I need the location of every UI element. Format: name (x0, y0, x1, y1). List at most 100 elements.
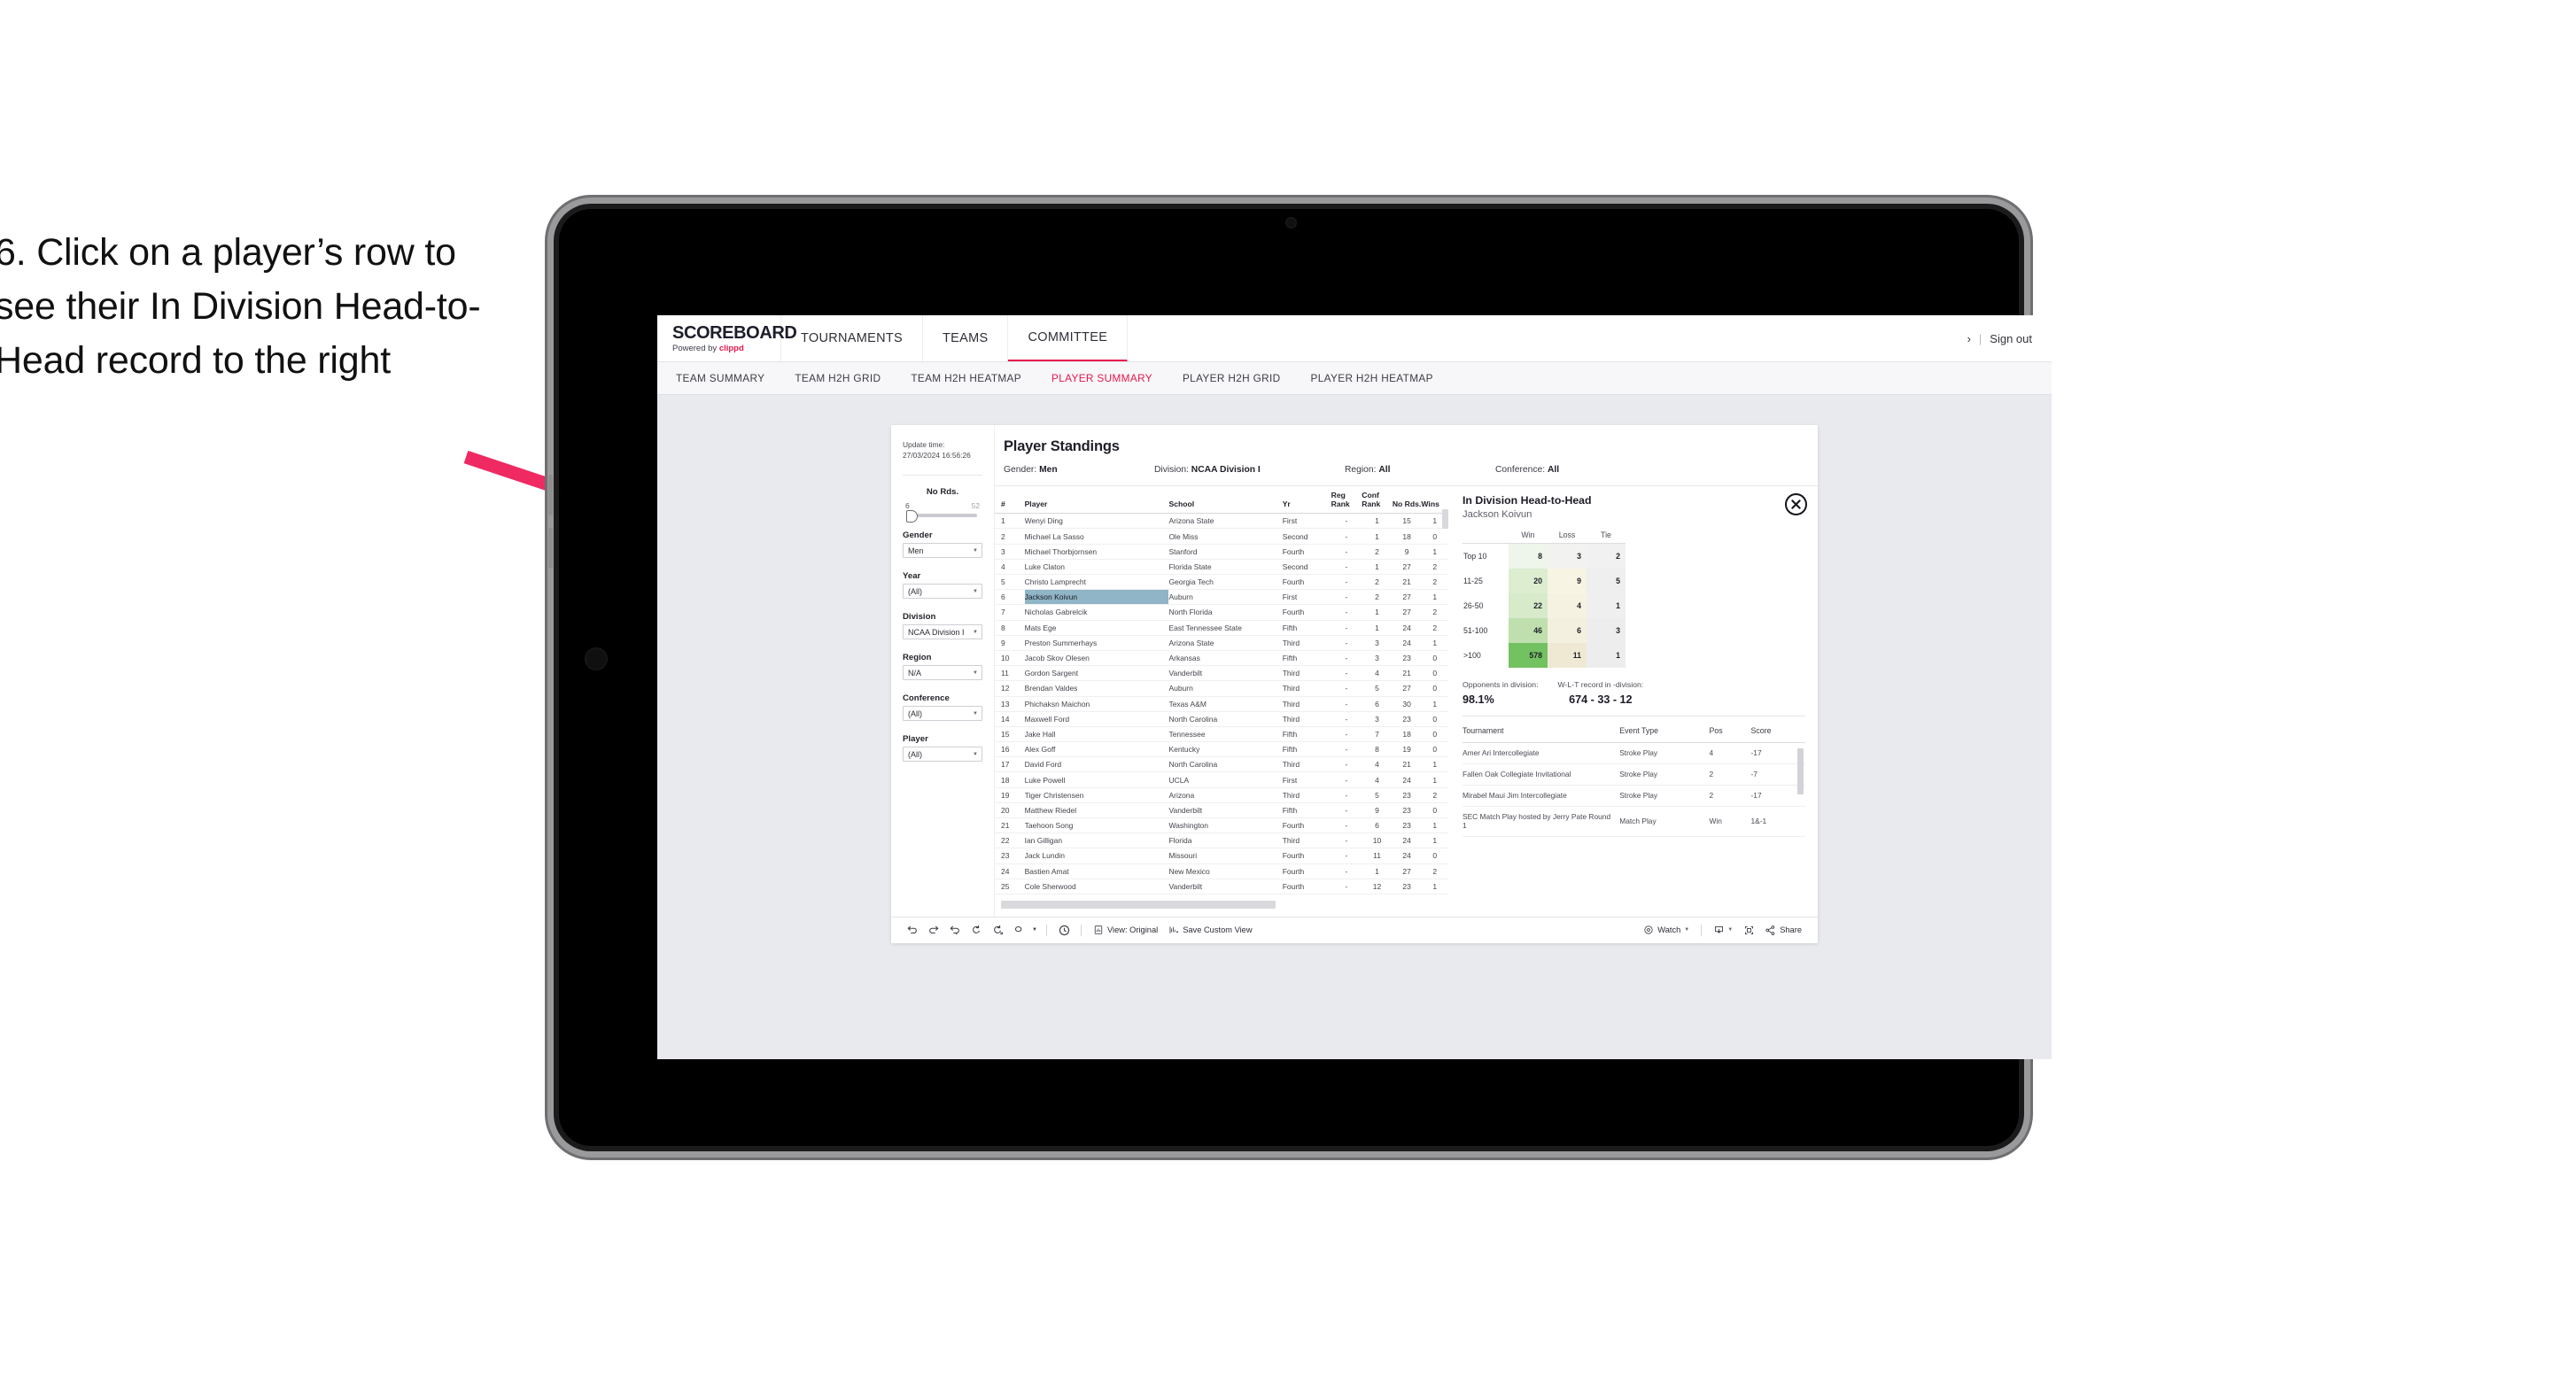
redo-icon[interactable] (923, 919, 944, 941)
table-row[interactable]: 22 Ian Gilligan Florida Third -10 24 1 (995, 832, 1448, 849)
filter-region-select[interactable]: N/A ▼ (903, 665, 982, 681)
tab-team-h2h-heatmap[interactable]: TEAM H2H HEATMAP (907, 372, 1025, 384)
heatmap-cell[interactable]: 578 (1509, 642, 1548, 668)
table-row[interactable]: 3 Michael Thorbjornsen Stanford Fourth -2 9 1 (995, 544, 1448, 560)
table-row[interactable]: 16 Alex Goff Kentucky Fifth -8 19 0 (995, 741, 1448, 758)
heatmap-cell[interactable]: 3 (1548, 543, 1587, 569)
tournament-row[interactable]: Fallen Oak Collegiate Invitational Stroke… (1463, 763, 1805, 786)
tournament-name-cell: SEC Match Play hosted by Jerry Pate Roun… (1463, 806, 1620, 838)
table-row[interactable]: 21 Taehoon Song Washington Fourth -6 23 1 (995, 817, 1448, 834)
nav-tournaments[interactable]: TOURNAMENTS (781, 315, 924, 361)
watch-button[interactable]: Watch ▼ (1638, 925, 1695, 935)
table-row[interactable]: 1 Wenyi Ding Arizona State First -1 15 1 (995, 513, 1448, 530)
table-row[interactable]: 13 Phichaksn Maichon Texas A&M Third -6 30 1 (995, 696, 1448, 712)
table-row[interactable]: 14 Maxwell Ford North Carolina Third -3 23 0 (995, 711, 1448, 727)
nav-committee[interactable]: COMMITTEE (1008, 315, 1129, 361)
heatmap-cell[interactable]: 5 (1587, 568, 1626, 593)
col-rank[interactable]: # (995, 486, 1025, 515)
tournament-row[interactable]: Amer Ari Intercollegiate Stroke Play 4 -17 (1463, 742, 1805, 764)
table-row[interactable]: 9 Preston Summerhays Arizona State Third -3 2… (995, 635, 1448, 651)
table-row[interactable]: 8 Mats Ege East Tennessee State Fifth -1 24 2 (995, 620, 1448, 636)
undo-icon[interactable] (902, 919, 923, 941)
tab-team-h2h-grid[interactable]: TEAM H2H GRID (791, 372, 884, 384)
revert-icon[interactable] (944, 919, 966, 941)
tab-player-summary[interactable]: PLAYER SUMMARY (1048, 372, 1156, 384)
heatmap-cell[interactable]: 9 (1548, 568, 1587, 593)
filter-division-select[interactable]: NCAA Division I ▼ (903, 624, 982, 640)
table-row[interactable]: 17 David Ford North Carolina Third -4 21 1 (995, 756, 1448, 773)
table-row[interactable]: 24 Bastien Amat New Mexico Fourth -1 27 2 (995, 863, 1448, 879)
heatmap-cell[interactable]: 4 (1548, 592, 1587, 618)
table-row[interactable]: 18 Luke Powell UCLA First -4 24 1 (995, 771, 1448, 788)
heatmap-cell[interactable]: 6 (1548, 617, 1587, 643)
pos-cell: 2 (1709, 785, 1751, 807)
view-original-button[interactable]: View: Original (1088, 925, 1163, 935)
tab-team-summary[interactable]: TEAM SUMMARY (672, 372, 768, 384)
heatmap-cell[interactable]: 3 (1587, 617, 1626, 643)
table-row[interactable]: 19 Tiger Christensen Arizona Third -5 23 2 (995, 787, 1448, 803)
sign-out-link[interactable]: Sign out (1990, 332, 2032, 345)
col-pos: Pos (1709, 717, 1751, 743)
share-button[interactable]: Share (1759, 925, 1807, 936)
refresh-icon[interactable] (966, 919, 987, 941)
tournament-scrollbar[interactable] (1797, 747, 1804, 794)
filter-player-select[interactable]: (All) ▼ (903, 747, 982, 763)
table-row[interactable]: 4 Luke Claton Florida State Second -1 27 2 (995, 559, 1448, 576)
pause-icon[interactable] (987, 919, 1008, 941)
fullscreen-icon[interactable] (1738, 919, 1759, 941)
chevron-down-icon: ▼ (973, 751, 978, 757)
table-row[interactable]: 15 Jake Hall Tennessee Fifth -7 18 0 (995, 726, 1448, 743)
heatmap-cell[interactable]: 22 (1509, 592, 1548, 618)
no-rds-cell: 23 (1392, 817, 1422, 834)
table-row[interactable]: 11 Gordon Sargent Vanderbilt Third -4 21 0 (995, 665, 1448, 682)
save-custom-view-button[interactable]: Save Custom View (1163, 925, 1257, 935)
table-row[interactable]: 6 Jackson Koivun Auburn First -2 27 1 (995, 589, 1448, 606)
heatmap-cell[interactable]: 2 (1587, 543, 1626, 569)
volume-button-up[interactable] (548, 475, 553, 515)
heatmap-cell[interactable]: 1 (1587, 642, 1626, 668)
nav-teams[interactable]: TEAMS (923, 315, 1009, 361)
tournament-row[interactable]: Mirabel Maui Jim Intercollegiate Stroke P… (1463, 785, 1805, 807)
table-row[interactable]: 20 Matthew Riedel Vanderbilt Fifth -9 23 0 (995, 802, 1448, 819)
table-row[interactable]: 2 Michael La Sasso Ole Miss Second -1 18 0 (995, 528, 1448, 545)
col-reg-rank[interactable]: Reg Rank (1331, 486, 1362, 515)
heatmap-cell[interactable]: 1 (1587, 592, 1626, 618)
col-no-rds[interactable]: No Rds. (1392, 486, 1422, 515)
download-button[interactable]: ▼ (1708, 925, 1738, 936)
table-vertical-scrollbar[interactable] (1442, 509, 1448, 529)
tab-player-h2h-heatmap[interactable]: PLAYER H2H HEATMAP (1307, 372, 1437, 384)
table-row[interactable]: 7 Nicholas Gabrelcik North Florida Fourth -1… (995, 604, 1448, 621)
tab-player-h2h-grid[interactable]: PLAYER H2H GRID (1179, 372, 1284, 384)
filter-year-select[interactable]: (All) ▼ (903, 584, 982, 600)
col-conf-rank[interactable]: Conf Rank (1362, 486, 1393, 515)
slider-handle[interactable] (906, 510, 918, 523)
heatmap-cell[interactable]: 20 (1509, 568, 1548, 593)
chevron-down-icon[interactable]: ▼ (1029, 919, 1040, 941)
no-rounds-slider[interactable] (906, 510, 977, 523)
pause-auto-update-icon[interactable] (1008, 919, 1029, 941)
col-school[interactable]: School (1168, 486, 1283, 515)
chevron-right-icon[interactable]: › (1967, 332, 1971, 345)
heatmap-row-label: >100 (1463, 642, 1509, 668)
table-row[interactable]: 12 Brendan Valdes Auburn Third -5 27 0 (995, 680, 1448, 697)
alerts-icon[interactable] (1053, 919, 1075, 941)
table-row[interactable]: 25 Cole Sherwood Vanderbilt Fourth -12 23 1 (995, 879, 1448, 894)
reg-rank-cell: - (1331, 711, 1362, 727)
brand-logo[interactable]: SCOREBOARD Powered by clippd (657, 315, 797, 361)
col-player[interactable]: Player (1024, 486, 1169, 515)
no-rds-cell: 24 (1392, 848, 1422, 864)
tournament-row[interactable]: SEC Match Play hosted by Jerry Pate Roun… (1463, 806, 1805, 838)
heatmap-cell[interactable]: 46 (1509, 617, 1548, 643)
col-yr[interactable]: Yr (1282, 486, 1331, 515)
table-row[interactable]: 23 Jack Lundin Missouri Fourth -11 24 0 (995, 848, 1448, 864)
volume-button-down[interactable] (548, 528, 553, 569)
close-icon[interactable] (1785, 493, 1807, 515)
filter-gender-select[interactable]: Men ▼ (903, 543, 982, 559)
heatmap-cell[interactable]: 11 (1548, 642, 1587, 668)
filter-divider (903, 475, 982, 476)
filter-conference-select[interactable]: (All) ▼ (903, 706, 982, 722)
heatmap-cell[interactable]: 8 (1509, 543, 1548, 569)
table-row[interactable]: 5 Christo Lamprecht Georgia Tech Fourth -2 21… (995, 574, 1448, 591)
table-row[interactable]: 10 Jacob Skov Olesen Arkansas Fifth -3 23 0 (995, 650, 1448, 667)
table-horizontal-scrollbar[interactable] (1001, 900, 1276, 909)
